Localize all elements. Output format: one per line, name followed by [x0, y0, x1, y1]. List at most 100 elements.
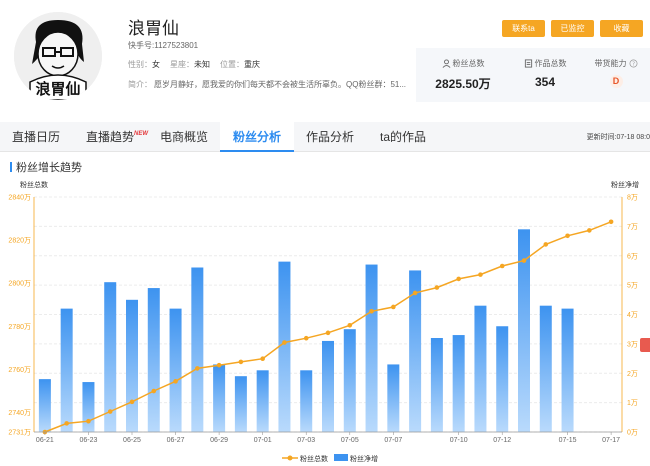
line-point[interactable]	[369, 308, 374, 314]
line-point[interactable]	[347, 322, 353, 328]
x-tick-label: 07-12	[493, 437, 511, 444]
line-point[interactable]	[521, 258, 527, 263]
bar[interactable]	[60, 308, 73, 432]
contact-button[interactable]: 联系ta	[502, 20, 545, 37]
line-point[interactable]	[238, 359, 244, 365]
line-point[interactable]	[434, 285, 440, 290]
line-point[interactable]	[499, 263, 505, 269]
line-point[interactable]	[260, 356, 265, 361]
bar[interactable]	[300, 370, 313, 432]
left-tick-label: 2780万	[8, 323, 31, 331]
x-tick-label: 07-05	[341, 437, 359, 444]
line-point[interactable]	[216, 362, 222, 368]
line-point[interactable]	[391, 304, 396, 310]
line-point[interactable]	[129, 399, 135, 405]
profile-header: 浪胃仙 浪胃仙 快手号:1127523801 性别：女 星座：未知 位置：重庆 …	[0, 0, 650, 112]
bar[interactable]	[126, 299, 138, 432]
new-badge: NEW	[134, 131, 149, 137]
bio-label: 简介：	[128, 80, 152, 89]
bar[interactable]	[496, 326, 509, 432]
bar[interactable]	[213, 364, 226, 432]
x-tick-label: 06-25	[123, 437, 141, 444]
legend-line-dot	[287, 455, 293, 461]
tab-label: ta的作品	[380, 130, 427, 144]
x-tick-label: 07-03	[297, 437, 315, 444]
right-tick-label: 3万	[627, 340, 638, 348]
bar[interactable]	[452, 335, 465, 432]
bar[interactable]	[82, 382, 95, 432]
bar[interactable]	[365, 264, 378, 432]
right-tick-label: 4万	[627, 311, 638, 319]
gender: 性别：女	[128, 59, 160, 70]
bar[interactable]	[147, 288, 160, 432]
bar[interactable]	[343, 329, 356, 432]
tab-ta-works[interactable]: ta的作品	[380, 122, 426, 152]
line-point[interactable]	[303, 335, 309, 341]
line-point[interactable]	[173, 379, 178, 384]
x-tick-label: 07-15	[559, 437, 577, 444]
tab-label: 直播日历	[12, 130, 61, 144]
bar[interactable]	[256, 370, 269, 432]
line-point[interactable]	[325, 330, 331, 336]
line-point[interactable]	[412, 290, 418, 296]
line-point[interactable]	[151, 388, 157, 394]
stat-works-header: 作品总数	[510, 58, 580, 69]
constellation: 星座：未知	[170, 59, 210, 70]
left-tick-label: 2840万	[8, 194, 31, 202]
svg-text:?: ?	[632, 62, 635, 68]
tab-works-analysis[interactable]: 作品分析	[306, 122, 354, 152]
x-tick-label: 06-23	[79, 437, 97, 444]
bar[interactable]	[387, 364, 400, 432]
line-point[interactable]	[86, 418, 91, 424]
bar[interactable]	[38, 379, 51, 432]
collect-button[interactable]: 收藏	[600, 20, 643, 37]
bar[interactable]	[191, 267, 204, 433]
bar[interactable]	[234, 376, 247, 432]
right-tick-label: 1万	[627, 399, 638, 407]
document-icon	[524, 59, 532, 68]
gender-label: 性别：	[128, 60, 152, 69]
side-float-badge[interactable]	[640, 338, 650, 352]
help-icon[interactable]: ?	[629, 59, 638, 68]
line-point[interactable]	[107, 409, 113, 414]
bar[interactable]	[169, 308, 182, 432]
x-tick-label: 07-07	[384, 437, 402, 444]
bio-text: 愿岁月静好，愿我爱的你们每天都不会被生活所辜负。QQ粉丝群：51...	[154, 80, 407, 89]
line-point[interactable]	[565, 233, 570, 239]
line-point[interactable]	[478, 272, 483, 277]
line-point[interactable]	[64, 421, 69, 426]
tab-label: 电商概览	[160, 130, 209, 144]
tab-fan-analysis[interactable]: 粉丝分析	[220, 122, 294, 152]
line-point[interactable]	[587, 228, 592, 233]
bar[interactable]	[278, 261, 291, 432]
tab-live-calendar[interactable]: 直播日历	[12, 122, 60, 152]
line-point[interactable]	[608, 219, 614, 225]
fans-label: 粉丝总数	[452, 59, 485, 68]
bar[interactable]	[539, 305, 552, 432]
right-tick-label: 2万	[627, 370, 638, 378]
constellation-value: 未知	[194, 60, 210, 69]
right-tick-label: 0万	[627, 429, 638, 437]
avatar[interactable]: 浪胃仙	[14, 12, 102, 100]
monitored-button[interactable]: 已监控	[551, 20, 594, 37]
works-label: 作品总数	[534, 59, 567, 68]
tab-bar: 直播日历 直播趋势NEW 电商概览 粉丝分析 作品分析 ta的作品	[0, 122, 650, 152]
tab-live-trend[interactable]: 直播趋势NEW	[86, 122, 148, 152]
bar[interactable]	[430, 338, 443, 432]
profile-bio: 简介： 愿岁月静好，愿我爱的你们每天都不会被生活所辜负。QQ粉丝群：51...	[128, 79, 413, 90]
line-point[interactable]	[456, 276, 461, 282]
line-point[interactable]	[543, 242, 549, 247]
left-tick-label: 2731万	[8, 429, 31, 437]
bar[interactable]	[474, 305, 487, 432]
line-point[interactable]	[282, 340, 287, 345]
bar[interactable]	[322, 340, 334, 432]
bar[interactable]	[561, 308, 574, 432]
section-title: 粉丝增长趋势	[10, 159, 82, 175]
tab-ecommerce-overview[interactable]: 电商概览	[160, 122, 208, 152]
location-value: 重庆	[244, 60, 260, 69]
stat-ability: 带货能力 ? D	[586, 48, 646, 102]
avatar-illustration-icon: 浪胃仙	[14, 12, 102, 100]
line-point[interactable]	[195, 366, 200, 371]
fans-value: 2825.50万	[435, 77, 491, 91]
legend-line-label: 粉丝总数	[300, 454, 328, 463]
